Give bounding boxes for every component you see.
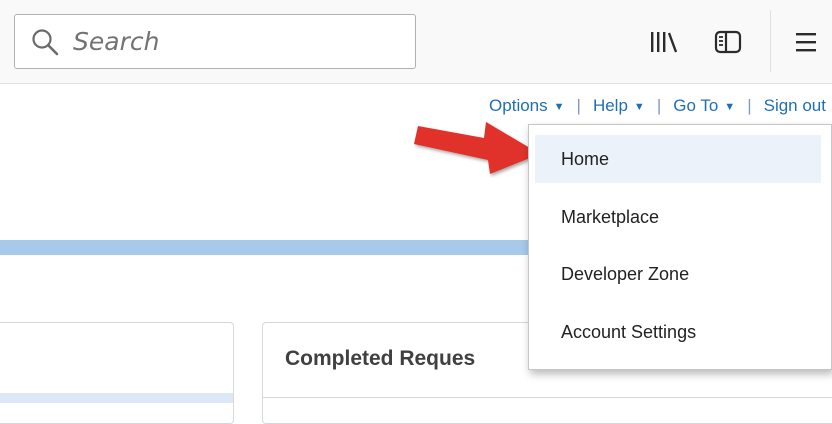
sign-out-label: Sign out	[763, 96, 826, 115]
search-icon	[31, 28, 59, 56]
left-panel	[0, 322, 234, 424]
go-to-dropdown-menu: Home Marketplace Developer Zone Account …	[528, 124, 832, 370]
browser-toolbar	[0, 0, 832, 84]
go-to-label: Go To	[673, 96, 719, 115]
library-icon[interactable]	[644, 22, 684, 62]
caret-down-icon: ▼	[553, 101, 565, 113]
link-separator: |	[656, 96, 662, 115]
menu-item-label: Home	[561, 148, 610, 169]
caret-down-icon: ▼	[633, 101, 645, 113]
panel-divider	[263, 397, 832, 398]
sidebar-icon[interactable]	[708, 22, 748, 62]
caret-down-icon: ▼	[724, 101, 736, 113]
help-link[interactable]: Help ▼	[593, 96, 645, 116]
menu-item-home[interactable]: Home	[535, 135, 821, 183]
menu-item-label: Marketplace	[561, 206, 660, 227]
menu-item-marketplace[interactable]: Marketplace	[535, 193, 821, 241]
menu-item-developer-zone[interactable]: Developer Zone	[535, 250, 821, 298]
menu-item-account-settings[interactable]: Account Settings	[535, 308, 821, 356]
go-to-link[interactable]: Go To ▼	[673, 96, 735, 116]
search-input[interactable]	[71, 26, 405, 57]
link-separator: |	[576, 96, 581, 115]
sign-out-link[interactable]: Sign out	[764, 96, 826, 116]
left-panel-header-strip	[0, 393, 233, 403]
toolbar-separator	[770, 10, 771, 72]
panel-title: Completed Reques	[285, 347, 476, 370]
hamburger-menu-icon[interactable]	[786, 22, 826, 62]
search-box[interactable]	[14, 14, 416, 69]
menu-item-label: Developer Zone	[561, 263, 690, 284]
link-separator: |	[747, 96, 752, 115]
menu-item-label: Account Settings	[561, 321, 697, 342]
help-label: Help	[592, 96, 628, 115]
